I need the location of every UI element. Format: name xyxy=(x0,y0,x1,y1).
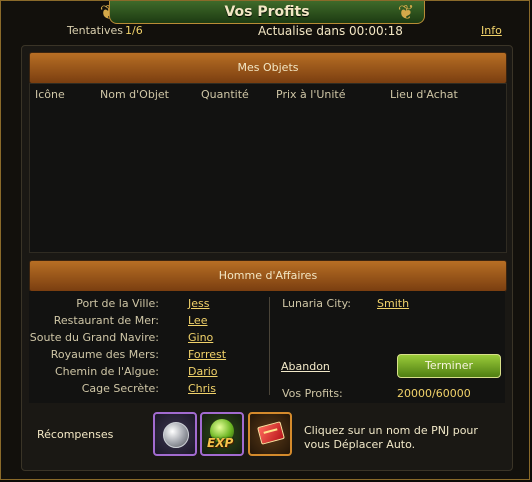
merchant-divider xyxy=(269,297,270,395)
update-countdown: Actualise dans 00:00:18 xyxy=(258,24,403,38)
location-label: Restaurant de Mer: xyxy=(53,314,159,327)
window-title: Vos Profits xyxy=(109,1,425,24)
profits-label: Vos Profits: xyxy=(282,387,343,400)
profits-value: 20000/60000 xyxy=(397,387,471,400)
red-card-icon xyxy=(257,421,285,445)
column-unit-price: Prix à l'Unité xyxy=(276,88,346,101)
location-label: Cage Secrète: xyxy=(81,382,159,395)
info-link[interactable]: Info xyxy=(481,24,502,40)
npc-link-dario[interactable]: Dario xyxy=(188,365,218,378)
finish-button[interactable]: Terminer xyxy=(397,354,501,378)
attempts-value: 1/6 xyxy=(125,24,143,37)
location-label: Chemin de l'Algue: xyxy=(55,365,159,378)
rewards-label: Récompenses xyxy=(37,428,114,441)
title-ornament-right-icon: ❦ xyxy=(397,0,415,24)
column-icon: Icône xyxy=(35,88,65,101)
attempts-label: Tentatives xyxy=(67,24,124,37)
exp-text: EXP xyxy=(207,436,234,450)
abandon-link[interactable]: Abandon xyxy=(281,360,330,373)
npc-hint-text: Cliquez sur un nom de PNJ pour vous Dépl… xyxy=(304,424,478,451)
npc-link-jess[interactable]: Jess xyxy=(188,297,209,310)
npc-link-chris[interactable]: Chris xyxy=(188,382,216,395)
npc-link-smith[interactable]: Smith xyxy=(377,297,409,310)
location-label: Lunaria City: xyxy=(282,297,351,310)
column-quantity: Quantité xyxy=(201,88,249,101)
my-objects-header: Mes Objets xyxy=(29,52,507,84)
location-label: Soute du Grand Navire: xyxy=(29,331,159,344)
profits-window: ❦ Vos Profits ❦ Tentatives 1/6 Actualise… xyxy=(0,0,530,480)
column-purchase-place: Lieu d'Achat xyxy=(390,88,458,101)
reward-exp[interactable]: EXP xyxy=(200,412,244,456)
column-item-name: Nom d'Objet xyxy=(100,88,169,101)
silver-coin-icon xyxy=(163,422,189,448)
npc-link-gino[interactable]: Gino xyxy=(188,331,213,344)
reward-silver-coin[interactable] xyxy=(153,412,197,456)
merchant-header: Homme d'Affaires xyxy=(29,260,507,292)
npc-link-lee[interactable]: Lee xyxy=(188,314,207,327)
location-label: Royaume des Mers: xyxy=(50,348,159,361)
location-label: Port de la Ville: xyxy=(76,297,159,310)
reward-red-card[interactable] xyxy=(248,412,292,456)
npc-link-forrest[interactable]: Forrest xyxy=(188,348,226,361)
objects-table xyxy=(29,83,507,253)
